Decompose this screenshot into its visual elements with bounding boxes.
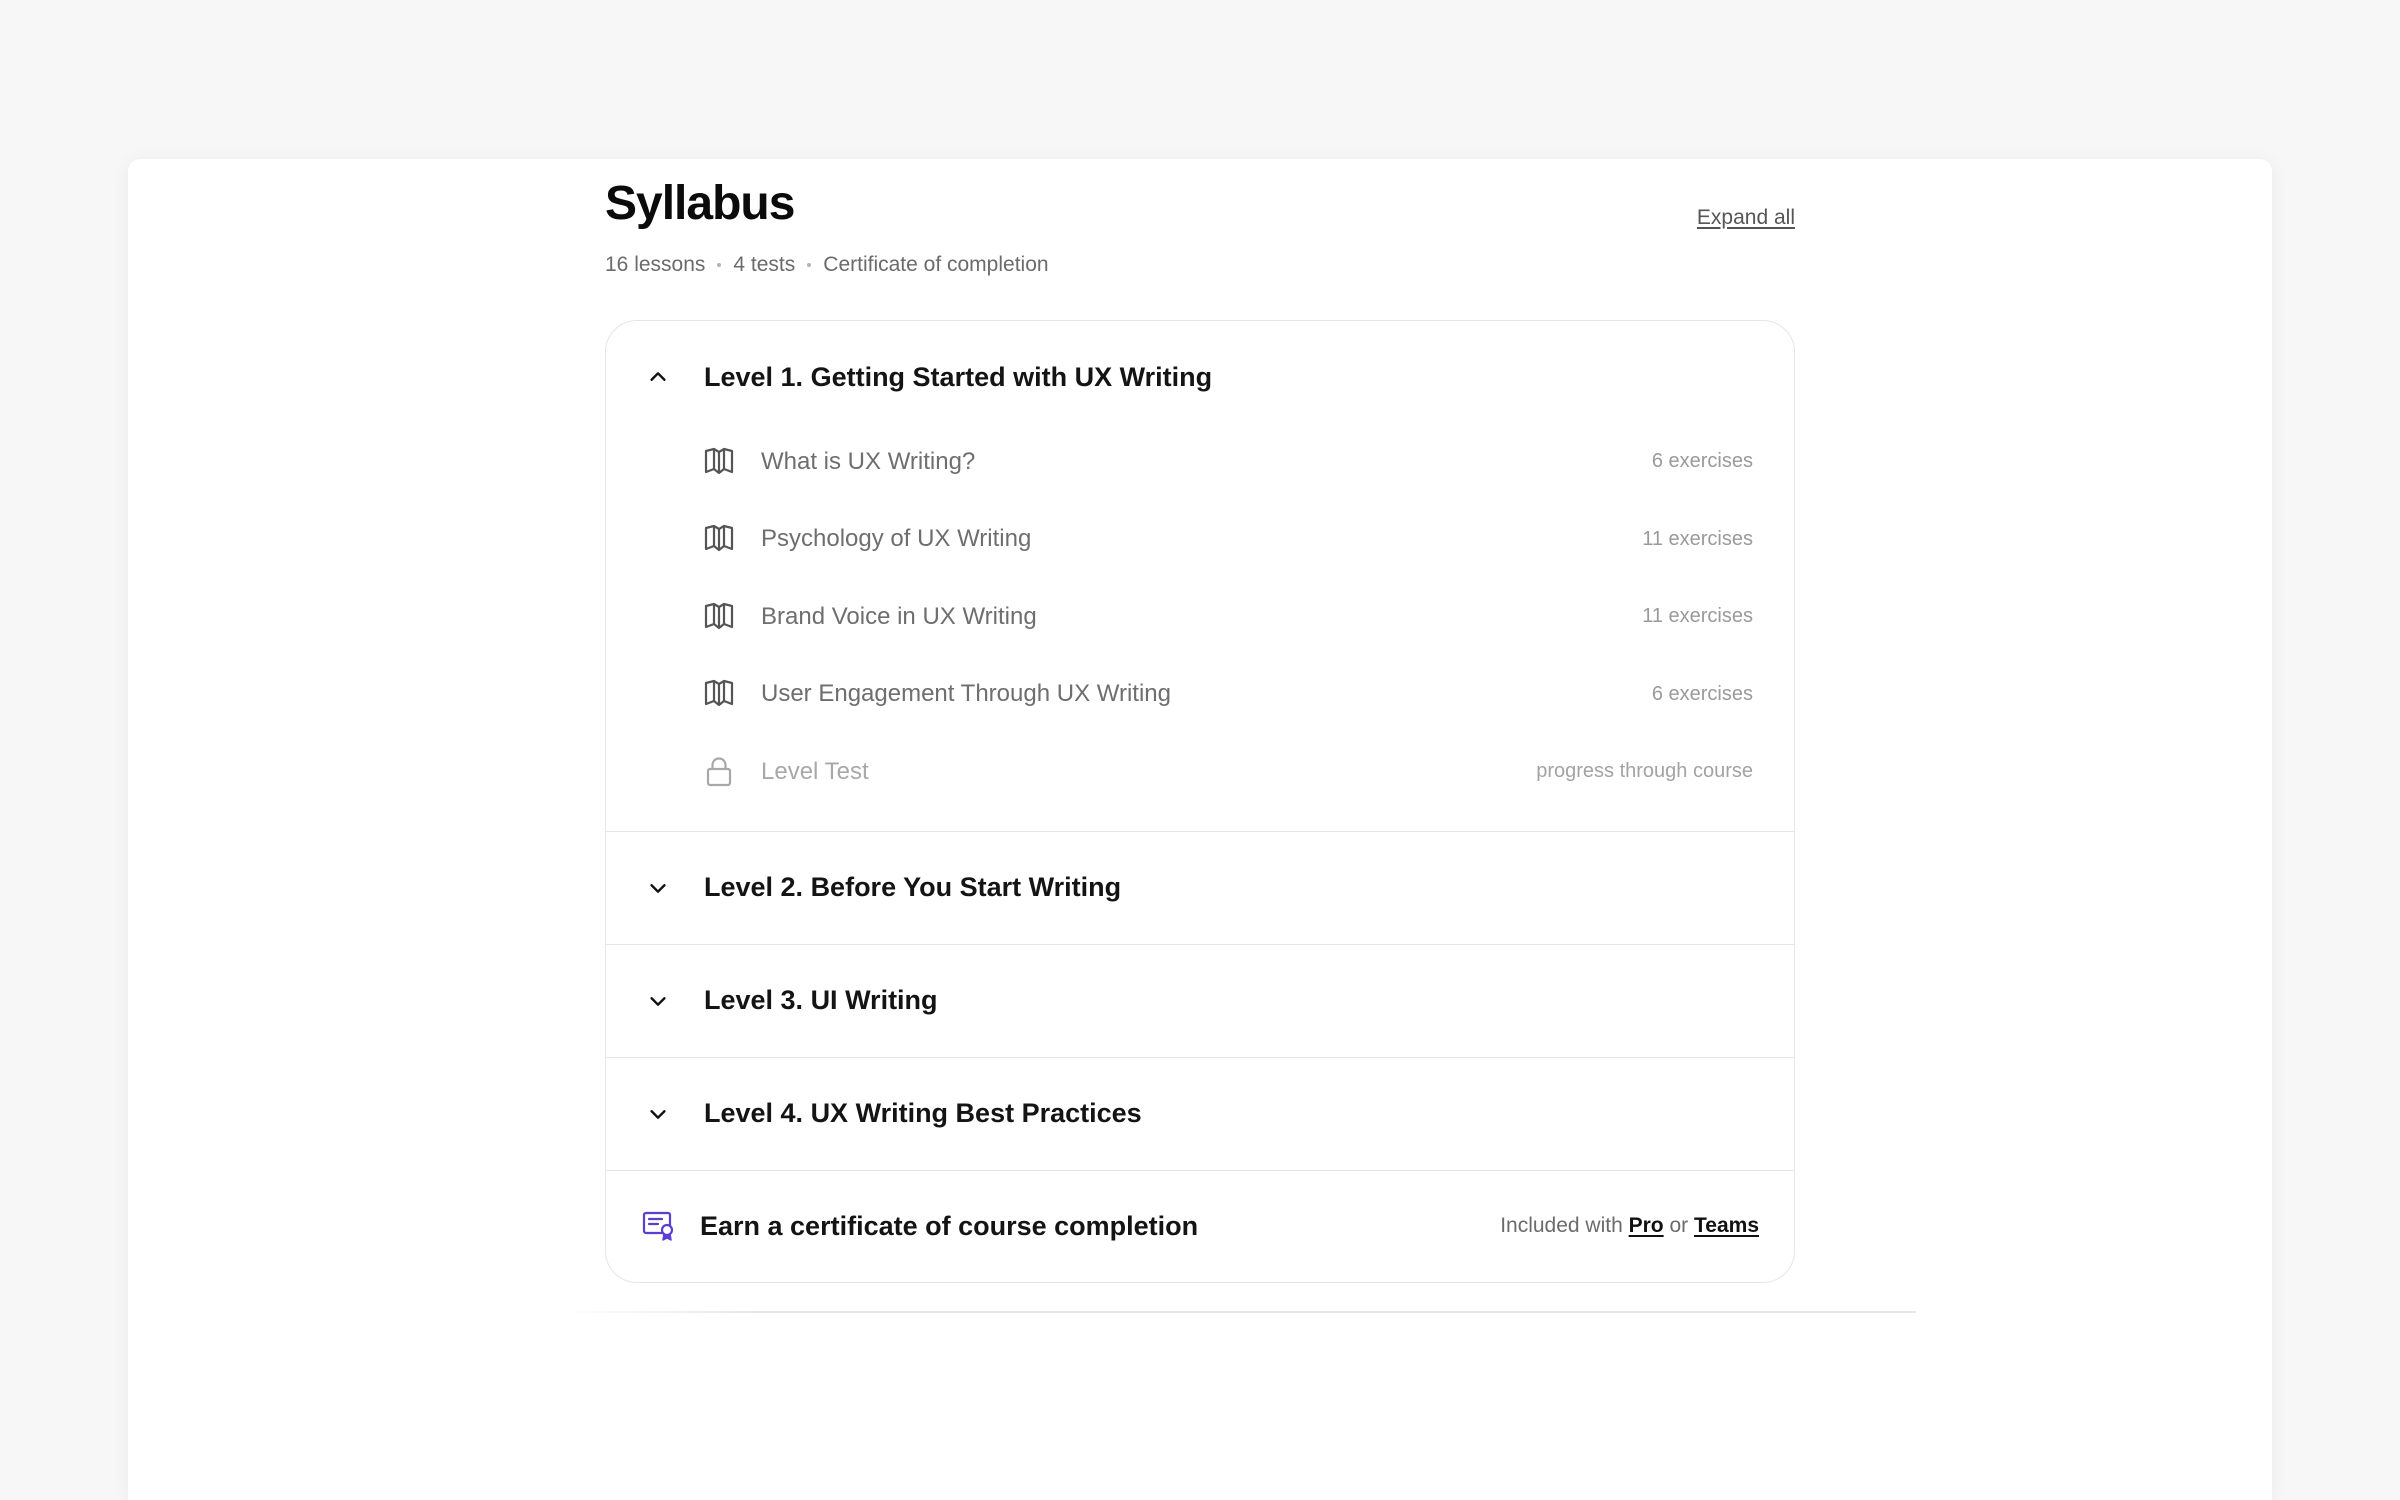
level-title: Level 1. Getting Started with UX Writing: [704, 361, 1213, 392]
lesson-exercise-count: 11 exercises: [1642, 527, 1753, 550]
included-prefix: Included with: [1500, 1214, 1623, 1237]
certificate-title: Earn a certificate of course completion: [700, 1210, 1199, 1241]
level-2-header[interactable]: Level 2. Before You Start Writing: [606, 832, 1794, 944]
page-card: Syllabus 16 lessons 4 tests Certificate …: [128, 159, 2272, 1500]
level-title: Level 2. Before You Start Writing: [704, 872, 1122, 902]
chevron-up-icon: [644, 363, 672, 391]
level-title: Level 3. UI Writing: [704, 985, 938, 1015]
level-title: Level 4. UX Writing Best Practices: [704, 1098, 1142, 1128]
page-title: Syllabus: [605, 177, 795, 230]
level-1: Level 1. Getting Started with UX Writing…: [606, 321, 1794, 832]
lesson-title: Brand Voice in UX Writing: [761, 602, 1037, 630]
certificate-plans: Included with Pro or Teams: [1500, 1214, 1759, 1238]
separator-dot: [717, 263, 722, 267]
open-book-icon: [702, 522, 736, 556]
certificate-note: Certificate of completion: [823, 253, 1049, 276]
chevron-down-icon: [644, 1100, 672, 1128]
lesson-title: User Engagement Through UX Writing: [761, 680, 1171, 708]
certificate-icon: [642, 1209, 676, 1243]
pro-link[interactable]: Pro: [1629, 1214, 1664, 1237]
level-1-header[interactable]: Level 1. Getting Started with UX Writing: [606, 321, 1794, 433]
lesson-title: Level Test: [761, 757, 869, 785]
or-label: or: [1669, 1214, 1689, 1237]
lesson-exercise-count: 11 exercises: [1642, 605, 1753, 628]
lesson-list: What is UX Writing? 6 exercises Psycholo…: [606, 423, 1794, 831]
level-3-header[interactable]: Level 3. UI Writing: [606, 945, 1794, 1057]
lesson-exercise-count: 6 exercises: [1651, 450, 1753, 473]
level-4-header[interactable]: Level 4. UX Writing Best Practices: [606, 1058, 1794, 1170]
certificate-row: Earn a certificate of course completion …: [606, 1171, 1794, 1282]
lesson-item[interactable]: Brand Voice in UX Writing 11 exercises: [606, 578, 1794, 656]
lesson-title: Psychology of UX Writing: [761, 525, 1032, 553]
lesson-title: What is UX Writing?: [761, 447, 976, 475]
footer-divider: [560, 1311, 1916, 1313]
level-2: Level 2. Before You Start Writing: [606, 832, 1794, 945]
lesson-item[interactable]: User Engagement Through UX Writing 6 exe…: [606, 656, 1794, 734]
open-book-icon: [702, 600, 736, 634]
tests-count: 4 tests: [733, 253, 796, 276]
level-4: Level 4. UX Writing Best Practices: [606, 1058, 1794, 1171]
open-book-icon: [702, 677, 736, 711]
separator-dot: [807, 263, 812, 267]
lesson-item[interactable]: Psychology of UX Writing 11 exercises: [606, 501, 1794, 579]
chevron-down-icon: [644, 987, 672, 1015]
lesson-item-locked: Level Test progress through course: [606, 733, 1794, 811]
open-book-icon: [702, 445, 736, 479]
lesson-exercise-count: 6 exercises: [1651, 682, 1753, 705]
chevron-down-icon: [644, 874, 672, 902]
syllabus-header: Syllabus 16 lessons 4 tests Certificate …: [605, 159, 1795, 317]
syllabus-section: Syllabus 16 lessons 4 tests Certificate …: [605, 159, 1795, 1283]
lesson-lock-note: progress through course: [1536, 760, 1753, 783]
lock-icon: [702, 755, 736, 789]
teams-link[interactable]: Teams: [1694, 1214, 1759, 1237]
expand-all-button[interactable]: Expand all: [1697, 206, 1795, 230]
syllabus-accordion: Level 1. Getting Started with UX Writing…: [605, 320, 1795, 1283]
lessons-count: 16 lessons: [605, 253, 706, 276]
level-3: Level 3. UI Writing: [606, 945, 1794, 1058]
lesson-item[interactable]: What is UX Writing? 6 exercises: [606, 423, 1794, 501]
syllabus-meta: 16 lessons 4 tests Certificate of comple…: [605, 253, 1049, 277]
